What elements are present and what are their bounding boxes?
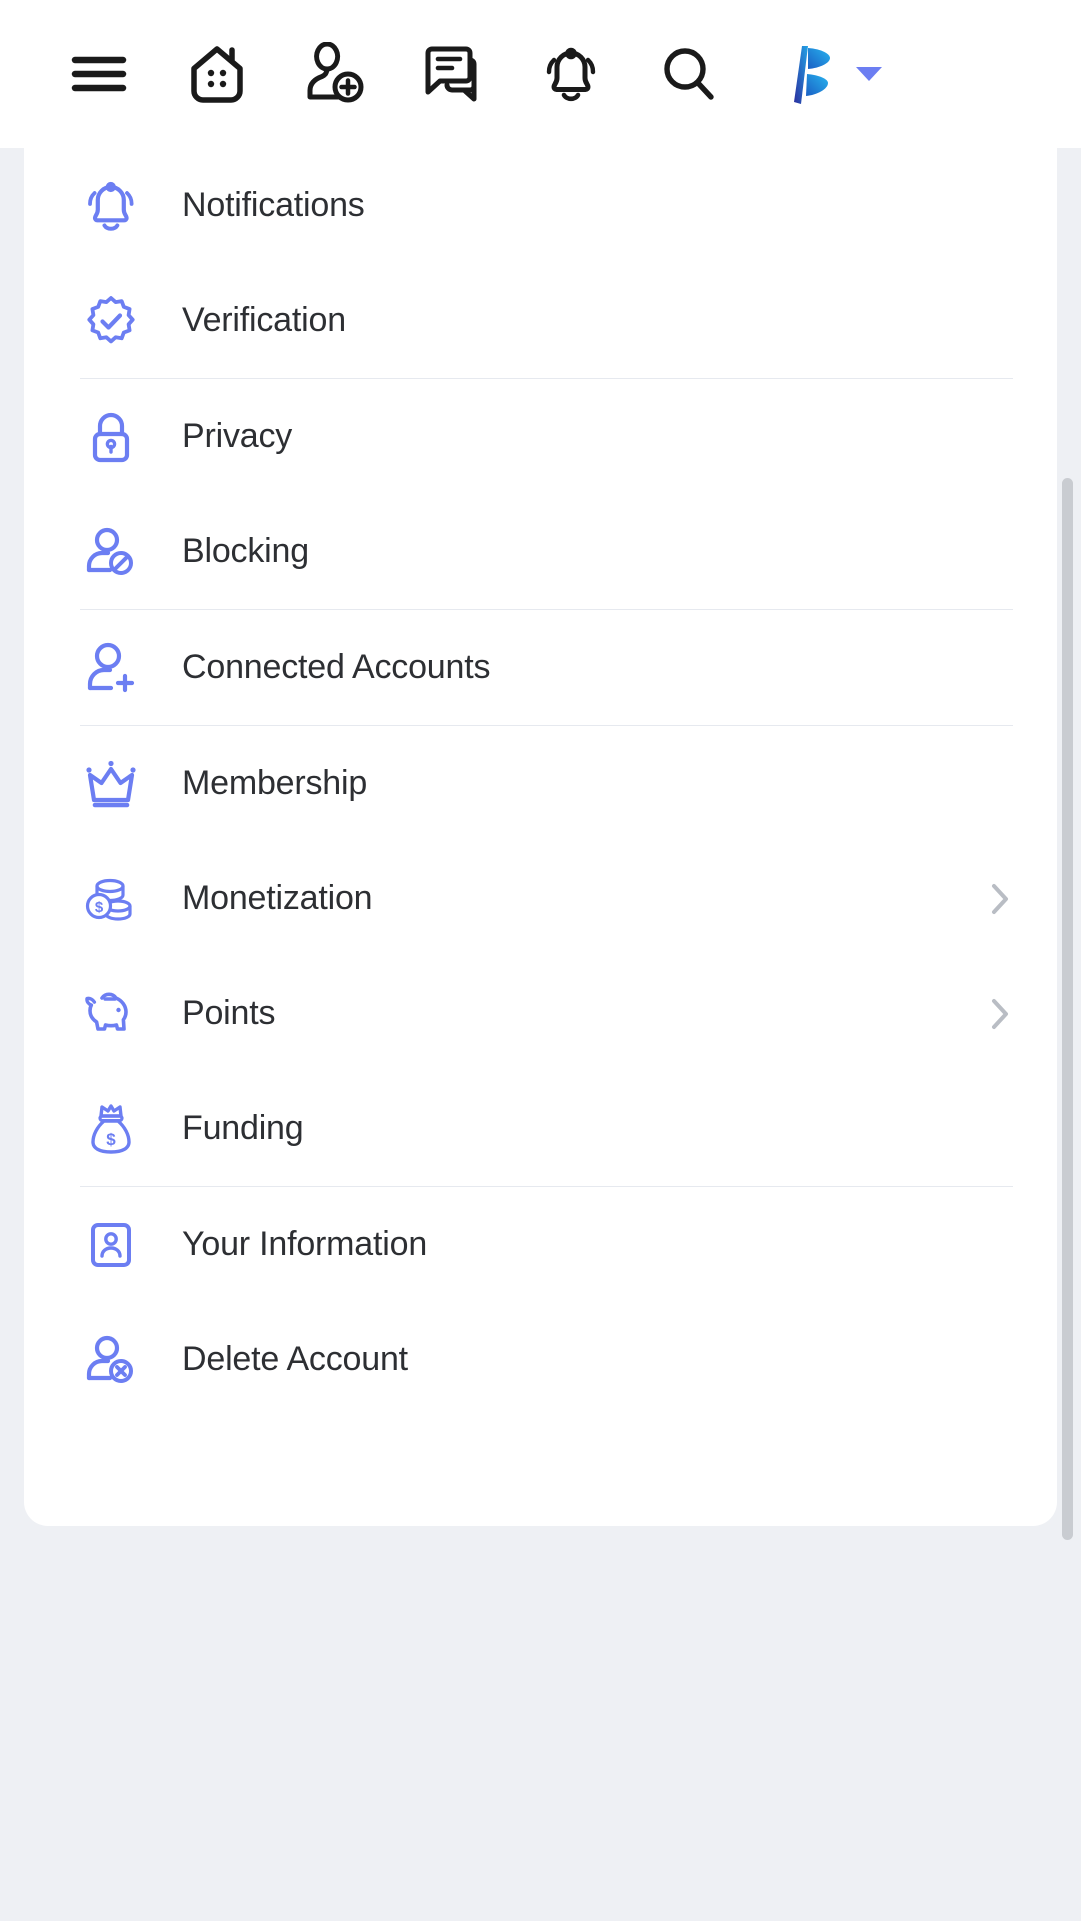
- scrollbar-thumb[interactable]: [1062, 478, 1073, 1540]
- verified-badge-icon: [80, 294, 142, 348]
- settings-item-label: Blocking: [182, 532, 309, 570]
- person-delete-icon: [80, 1333, 142, 1387]
- home-icon: [186, 42, 248, 106]
- add-person-button[interactable]: [292, 31, 378, 117]
- settings-page: Notifications Verification Privacy Block…: [0, 148, 1081, 1921]
- bell-icon: [80, 177, 142, 235]
- money-bag-icon: $: [80, 1101, 142, 1157]
- settings-item-label: Membership: [182, 764, 368, 802]
- settings-card: Notifications Verification Privacy Block…: [24, 148, 1057, 1526]
- hamburger-menu-button[interactable]: [56, 31, 142, 117]
- chat-icon: [422, 43, 484, 105]
- piggy-bank-icon: [80, 989, 142, 1039]
- settings-item-label: Monetization: [182, 879, 373, 917]
- settings-item-label: Privacy: [182, 417, 293, 455]
- lock-icon: [80, 408, 142, 466]
- settings-item-delete-account[interactable]: Delete Account: [24, 1302, 1057, 1417]
- settings-item-verification[interactable]: Verification: [24, 263, 1057, 378]
- brand-logo-icon: [788, 44, 834, 104]
- settings-item-label: Funding: [182, 1109, 304, 1147]
- settings-item-privacy[interactable]: Privacy: [24, 379, 1057, 494]
- settings-item-label: Connected Accounts: [182, 648, 491, 686]
- coins-icon: $: [80, 873, 142, 925]
- settings-item-label: Your Information: [182, 1225, 428, 1263]
- settings-item-notifications[interactable]: Notifications: [24, 148, 1057, 263]
- chat-button[interactable]: [410, 31, 496, 117]
- settings-item-label: Verification: [182, 301, 346, 339]
- settings-item-monetization[interactable]: $ Monetization: [24, 841, 1057, 956]
- settings-item-membership[interactable]: Membership: [24, 726, 1057, 841]
- vertical-scrollbar[interactable]: [1062, 478, 1073, 1540]
- settings-item-your-information[interactable]: Your Information: [24, 1187, 1057, 1302]
- settings-item-funding[interactable]: $ Funding: [24, 1071, 1057, 1186]
- home-button[interactable]: [174, 31, 260, 117]
- settings-item-label: Notifications: [182, 186, 365, 224]
- search-icon: [660, 45, 718, 103]
- hamburger-menu-icon: [71, 52, 127, 96]
- settings-item-label: Delete Account: [182, 1340, 408, 1378]
- search-button[interactable]: [646, 31, 732, 117]
- bell-icon: [542, 42, 600, 106]
- chevron-right-icon[interactable]: [987, 882, 1013, 916]
- settings-item-blocking[interactable]: Blocking: [24, 494, 1057, 609]
- chevron-right-icon[interactable]: [987, 997, 1013, 1031]
- notifications-button[interactable]: [528, 31, 614, 117]
- settings-menu-list: Notifications Verification Privacy Block…: [24, 148, 1057, 1417]
- svg-text:$: $: [106, 1130, 116, 1149]
- brand-account-menu[interactable]: [788, 44, 882, 104]
- settings-item-connected-accounts[interactable]: Connected Accounts: [24, 610, 1057, 725]
- settings-item-points[interactable]: Points: [24, 956, 1057, 1071]
- add-person-icon: [305, 42, 365, 106]
- id-card-icon: [80, 1218, 142, 1272]
- person-blocked-icon: [80, 525, 142, 579]
- top-navigation-bar: [0, 0, 1081, 148]
- crown-icon: [80, 758, 142, 810]
- chevron-down-icon: [856, 67, 882, 81]
- person-add-icon: [80, 640, 142, 696]
- svg-text:$: $: [95, 899, 104, 916]
- settings-item-label: Points: [182, 994, 276, 1032]
